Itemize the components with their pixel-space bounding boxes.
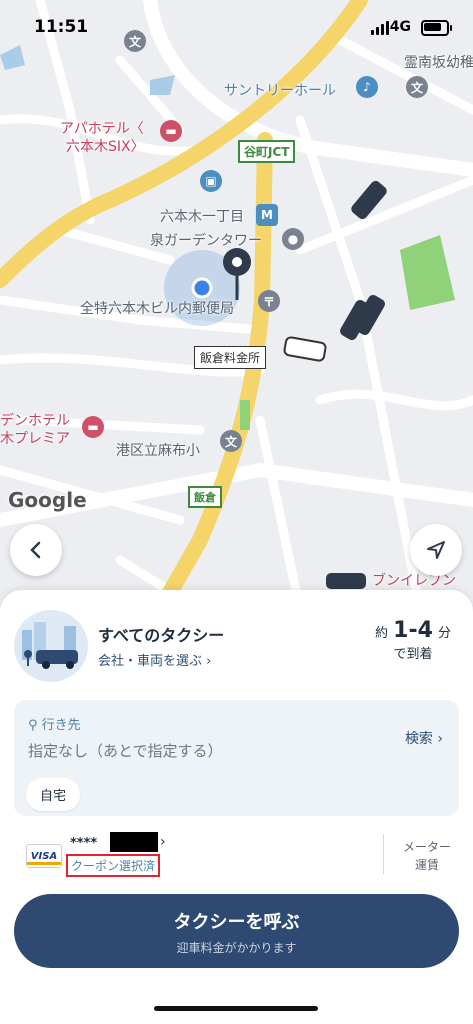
map-label-iikura: 飯倉 bbox=[188, 486, 222, 508]
eta-unit: 分 bbox=[437, 626, 451, 641]
divider bbox=[383, 834, 384, 874]
google-logo: Google bbox=[8, 488, 87, 512]
hotel-pin-icon: ▬ bbox=[160, 120, 182, 142]
chevron-right-icon: › bbox=[160, 834, 166, 850]
home-indicator[interactable] bbox=[154, 1006, 318, 1011]
select-company-label: 会社・車両を選ぶ bbox=[98, 654, 203, 669]
signal-icon bbox=[371, 21, 389, 35]
station-pin-icon: ▣ bbox=[200, 170, 222, 192]
destination-label-row: ⚲ 行き先 bbox=[28, 714, 81, 733]
music-pin-icon: ♪ bbox=[356, 76, 378, 98]
meter-line1: メーター bbox=[402, 840, 451, 854]
map-label-iikura-toll: 飯倉料金所 bbox=[194, 346, 267, 369]
map-label-izumi-tower: 泉ガーデンタワー bbox=[150, 233, 262, 249]
meter-line2: 運賃 bbox=[414, 858, 439, 872]
map-label-reinanzaka: 霊南坂幼稚 bbox=[404, 55, 473, 71]
taxi-illustration bbox=[14, 610, 88, 682]
search-label: 検索 bbox=[404, 731, 433, 747]
eta-prefix: 約 bbox=[375, 626, 389, 641]
bottom-sheet: すべてのタクシー 会社・車両を選ぶ › 約 1-4 分 で到着 ⚲ 行き先 指定… bbox=[0, 590, 473, 1024]
card-number: **** bbox=[70, 836, 98, 851]
battery-icon bbox=[421, 20, 452, 36]
home-chip[interactable]: 自宅 bbox=[26, 778, 81, 811]
search-destination-button[interactable]: 検索 › bbox=[405, 728, 443, 748]
map-label-azabu-school: 港区立麻布小 bbox=[116, 443, 200, 459]
metro-icon: M bbox=[256, 204, 278, 226]
map-label-roppongi1: 六本木一丁目 bbox=[160, 209, 244, 225]
status-network: 4G bbox=[389, 19, 411, 35]
destination-label: 行き先 bbox=[41, 718, 81, 733]
status-bar: 11:51 4G bbox=[0, 0, 473, 54]
map-label-suntory: サントリーホール bbox=[224, 83, 336, 99]
post-office-pin-icon: 〒 bbox=[258, 290, 280, 312]
destination-box[interactable]: ⚲ 行き先 指定なし（あとで指定する） 検索 › 自宅 bbox=[14, 700, 459, 816]
hotel-pin-icon: ▬ bbox=[82, 416, 104, 438]
map-label-apa-hotel: アパホテル〈 bbox=[60, 121, 144, 137]
school-pin-icon: 文 bbox=[406, 76, 428, 98]
chevron-right-icon: › bbox=[437, 731, 443, 747]
pickup-fee-note: 迎車料金がかかります bbox=[176, 941, 297, 955]
redacted-card-number bbox=[110, 832, 158, 852]
coupon-status[interactable]: クーポン選択済 bbox=[66, 854, 161, 877]
destination-placeholder: 指定なし（あとで指定する） bbox=[28, 742, 223, 760]
fare-type: メーター 運賃 bbox=[403, 838, 451, 874]
map-view[interactable]: 霊南坂幼稚 サントリーホール アパホテル〈 六本木SIX〉 谷町JCT 六本木一… bbox=[0, 0, 473, 610]
chevron-left-icon bbox=[30, 541, 41, 559]
call-taxi-button[interactable]: タクシーを呼ぶ 迎車料金がかかります bbox=[14, 894, 459, 968]
payment-method-button[interactable]: **** bbox=[70, 836, 97, 851]
status-time: 11:51 bbox=[34, 17, 89, 37]
location-pin-icon: ● bbox=[282, 228, 304, 250]
chevron-right-icon: › bbox=[206, 654, 212, 669]
eta-value: 1-4 bbox=[393, 618, 433, 643]
back-button[interactable] bbox=[10, 524, 62, 576]
school-pin-icon: 文 bbox=[220, 430, 242, 452]
map-label-garden-hotel: デンホテル bbox=[0, 413, 70, 429]
map-label-garden-hotel-2: 木プレミア bbox=[0, 431, 70, 447]
map-label-tanimachi-jct: 谷町JCT bbox=[238, 140, 296, 163]
call-taxi-label: タクシーを呼ぶ bbox=[173, 912, 300, 933]
select-company-link[interactable]: 会社・車両を選ぶ › bbox=[98, 650, 211, 669]
eta-display: 約 1-4 分 で到着 bbox=[375, 618, 451, 662]
navigation-arrow-icon bbox=[427, 541, 445, 559]
map-label-apa-hotel-2: 六本木SIX〉 bbox=[66, 139, 145, 155]
map-label-post-office: 全特六本木ビル内郵便局 bbox=[80, 301, 234, 317]
eta-suffix: で到着 bbox=[393, 647, 433, 662]
current-location-button[interactable] bbox=[410, 524, 462, 576]
visa-card-icon: VISA bbox=[26, 844, 62, 868]
taxi-type-title: すべてのタクシー bbox=[98, 626, 225, 645]
location-pin-icon: ⚲ bbox=[28, 718, 38, 733]
